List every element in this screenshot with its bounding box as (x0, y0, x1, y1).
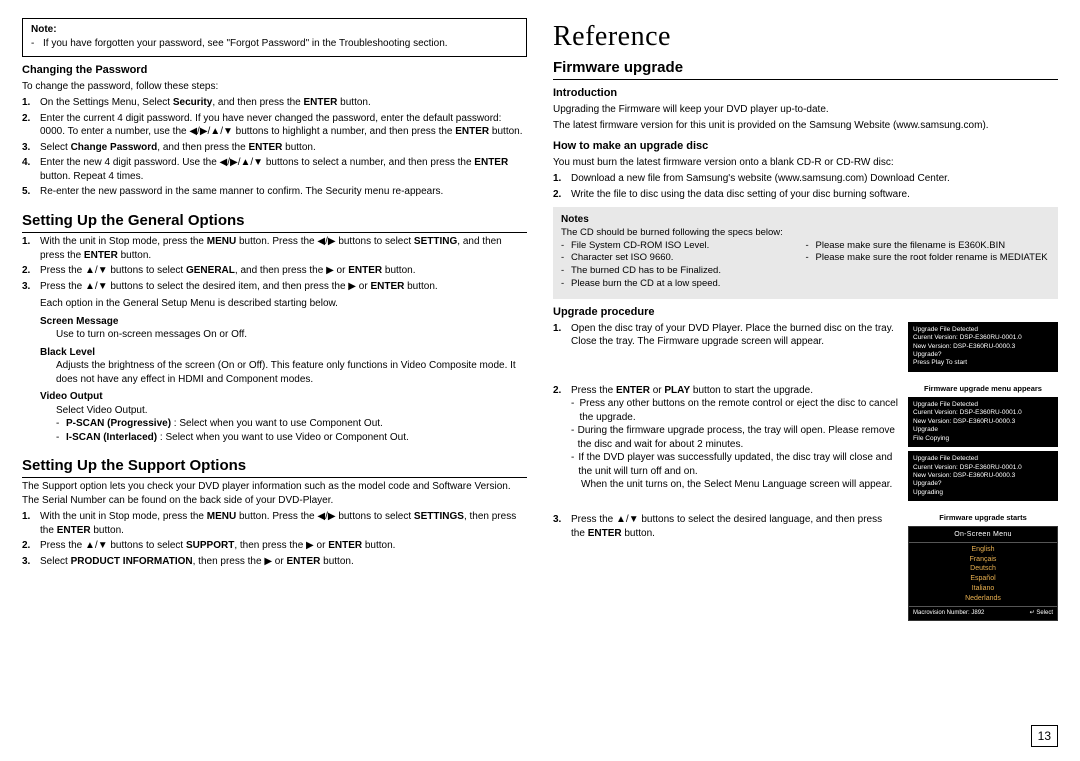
notes-item: Please make sure the root folder rename … (816, 252, 1048, 265)
right-column: Reference Firmware upgrade Introduction … (553, 18, 1058, 629)
support-steps: 1.With the unit in Stop mode, press the … (22, 510, 527, 568)
list-item: 2. Press the ENTER or PLAY button to sta… (553, 384, 898, 492)
intro-text: The latest firmware version for this uni… (553, 119, 1058, 133)
list-item: 1.With the unit in Stop mode, press the … (22, 235, 527, 262)
macrovision-number: Macrovision Number: J892 (913, 609, 984, 617)
list-item: 2.Enter the current 4 digit password. If… (22, 112, 527, 139)
option-black-level: Black Level (40, 346, 527, 360)
left-column: Note: - If you have forgotten your passw… (22, 18, 527, 629)
lang-item: Deutsch (909, 564, 1057, 574)
lang-list: EnglishFrançaisDeutschEspañolItalianoNed… (909, 545, 1057, 604)
how-to-make-disc-heading: How to make an upgrade disc (553, 139, 1058, 154)
notes-item: The burned CD has to be Finalized. (571, 265, 721, 278)
option-video-output: Video Output (40, 390, 527, 404)
notes-heading: Notes (561, 213, 1050, 227)
lang-item: Español (909, 574, 1057, 584)
note-box: Note: - If you have forgotten your passw… (22, 18, 527, 57)
list-item: 3.Press the ▲/▼ buttons to select the de… (553, 513, 898, 540)
general-options-block: Each option in the General Setup Menu is… (22, 297, 527, 444)
changing-password-heading: Changing the Password (22, 63, 527, 78)
upgrade-procedure-heading: Upgrade procedure (553, 305, 1058, 320)
firmware-screenshot-3: Upgrade File DetectedCurent Version: DSP… (908, 451, 1058, 501)
changing-password-intro: To change the password, follow these ste… (22, 80, 527, 94)
list-item: 2.Press the ▲/▼ buttons to select SUPPOR… (22, 539, 527, 553)
reference-heading: Reference (553, 18, 1058, 56)
page-number: 13 (1031, 725, 1058, 747)
note-text: If you have forgotten your password, see… (43, 37, 448, 51)
lang-menu-title: On-Screen Menu (909, 530, 1057, 542)
list-item: 3.Select Change Password, and then press… (22, 141, 527, 155)
how-intro: You must burn the latest firmware versio… (553, 156, 1058, 170)
lang-item: Français (909, 555, 1057, 565)
caption: Firmware upgrade menu appears (908, 384, 1058, 394)
intro-text: Upgrading the Firmware will keep your DV… (553, 103, 1058, 117)
notes-intro: The CD should be burned following the sp… (561, 227, 1050, 240)
sub-bullet: -I-SCAN (Interlaced) : Select when you w… (40, 431, 527, 445)
dash-icon: - (31, 37, 43, 51)
firmware-screenshot-1: Upgrade File DetectedCurent Version: DSP… (908, 322, 1058, 376)
support-options-heading: Setting Up the Support Options (22, 456, 527, 478)
list-item: 1.On the Settings Menu, Select Security,… (22, 96, 527, 110)
password-steps: 1.On the Settings Menu, Select Security,… (22, 96, 527, 199)
lang-item: Nederlands (909, 594, 1057, 604)
option-desc: Use to turn on-screen messages On or Off… (40, 328, 527, 342)
list-item: 3.Select PRODUCT INFORMATION, then press… (22, 555, 527, 569)
option-screen-message: Screen Message (40, 315, 527, 329)
notes-item: Please burn the CD at a low speed. (571, 278, 720, 291)
support-intro: The Support option lets you check your D… (22, 480, 527, 507)
language-menu-screenshot: Firmware upgrade starts On-Screen Menu E… (908, 513, 1058, 620)
firmware-screenshot-group: Firmware upgrade menu appears Upgrade Fi… (908, 384, 1058, 506)
note-item: - If you have forgotten your password, s… (31, 37, 518, 51)
notes-box: Notes The CD should be burned following … (553, 207, 1058, 299)
list-item: 5.Re-enter the new password in the same … (22, 185, 527, 199)
list-item: 2.Write the file to disc using the data … (553, 188, 1058, 202)
general-intro: Each option in the General Setup Menu is… (40, 297, 527, 311)
list-item: 4.Enter the new 4 digit password. Use th… (22, 156, 527, 183)
list-item: 1.With the unit in Stop mode, press the … (22, 510, 527, 537)
option-desc: Select Video Output. (40, 404, 527, 418)
firmware-upgrade-heading: Firmware upgrade (553, 58, 1058, 80)
notes-item: Character set ISO 9660. (571, 252, 673, 265)
list-item: 1.Open the disc tray of your DVD Player.… (553, 322, 898, 349)
list-item: 3.Press the ▲/▼ buttons to select the de… (22, 280, 527, 294)
notes-item: Please make sure the filename is E360K.B… (816, 240, 1006, 253)
firmware-screenshot-2: Upgrade File DetectedCurent Version: DSP… (908, 397, 1058, 447)
list-item: 2.Press the ▲/▼ buttons to select GENERA… (22, 264, 527, 278)
note-heading: Note: (31, 23, 518, 37)
general-options-heading: Setting Up the General Options (22, 211, 527, 233)
how-steps: 1.Download a new file from Samsung's web… (553, 172, 1058, 201)
option-desc: Adjusts the brightness of the screen (On… (40, 359, 527, 386)
list-item: 1.Download a new file from Samsung's web… (553, 172, 1058, 186)
select-hint: ↵ Select (1030, 609, 1053, 617)
lang-item: Italiano (909, 584, 1057, 594)
notes-item: File System CD-ROM ISO Level. (571, 240, 709, 253)
caption: Firmware upgrade starts (908, 513, 1058, 523)
lang-item: English (909, 545, 1057, 555)
sub-bullet: -P-SCAN (Progressive) : Select when you … (40, 417, 527, 431)
introduction-heading: Introduction (553, 86, 1058, 101)
general-steps: 1.With the unit in Stop mode, press the … (22, 235, 527, 293)
page: Note: - If you have forgotten your passw… (22, 18, 1058, 629)
